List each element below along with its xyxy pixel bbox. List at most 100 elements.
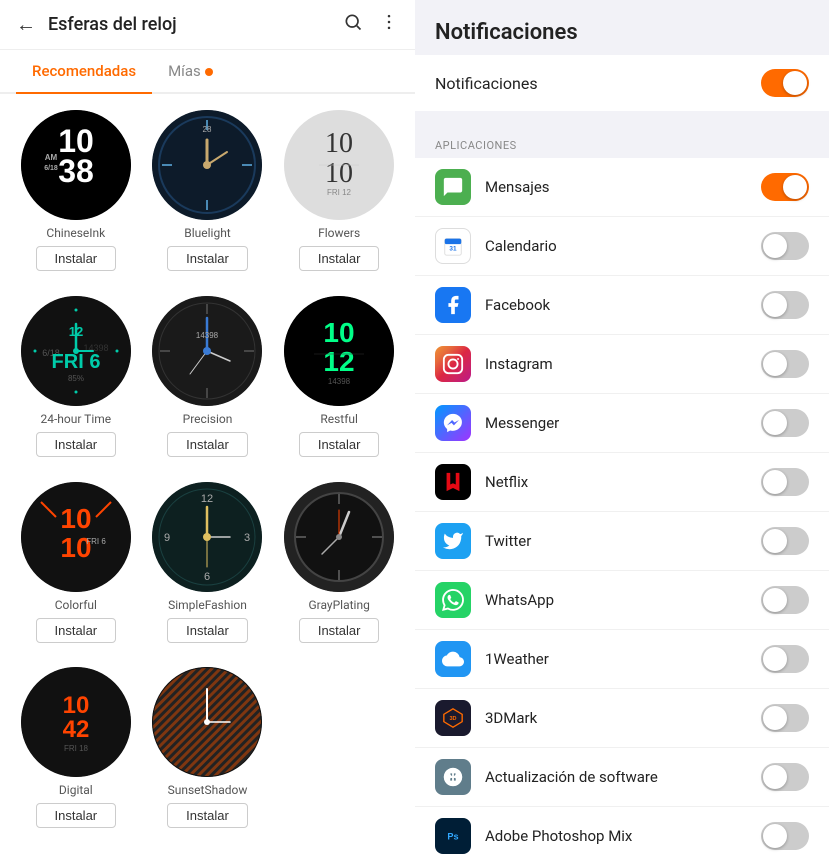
search-icon[interactable] [343,12,363,37]
app-toggle-actualizacion[interactable] [761,763,809,791]
app-toggle-mensajes[interactable] [761,173,809,201]
svg-text:FRI 6: FRI 6 [51,351,100,373]
watch-face-precision[interactable]: 14398 [152,296,262,406]
watch-name: GrayPlating [308,598,369,612]
install-button[interactable]: Instalar [36,432,117,457]
svg-text:6: 6 [204,571,210,583]
tab-recomendadas[interactable]: Recomendadas [16,50,152,92]
svg-text:14398: 14398 [196,331,219,340]
svg-text:FRI 18: FRI 18 [64,744,89,753]
app-toggle-3dmark[interactable] [761,704,809,732]
back-icon[interactable]: ← [16,12,36,37]
left-panel: ← Esferas del reloj Recomendadas Mías [0,0,415,857]
list-item: SunsetShadow Instalar [148,667,268,841]
install-button[interactable]: Instalar [167,803,248,828]
watch-face-flowers[interactable]: 10 10 FRI 12 [284,110,394,220]
list-item: 10 38 AM 6/18 ChineseInk Instalar [16,110,136,284]
install-button[interactable]: Instalar [299,618,380,643]
svg-text:14398: 14398 [328,377,351,386]
install-button[interactable]: Instalar [36,246,117,271]
app-toggle-photoshop[interactable] [761,822,809,850]
svg-text:42: 42 [62,716,89,743]
svg-text:31: 31 [449,246,457,253]
app-row-actualizacion: Actualización de software [415,748,829,807]
watch-name: Restful [320,412,358,426]
app-icon-facebook [435,287,471,323]
notifications-main-section: Notificaciones [415,55,829,111]
svg-text:12: 12 [324,346,355,377]
app-name: Netflix [485,473,761,491]
app-row-mensajes: Mensajes [415,158,829,217]
right-header: Notificaciones [415,0,829,55]
list-item: 10 10 FRI 6 Colorful Instalar [16,482,136,656]
app-toggle-1weather[interactable] [761,645,809,673]
left-header: ← Esferas del reloj [0,0,415,50]
app-row-1weather: 1Weather [415,630,829,689]
app-row-twitter: Twitter [415,512,829,571]
tab-dot [205,68,213,76]
app-toggle-whatsapp[interactable] [761,586,809,614]
svg-text:28: 28 [203,125,212,134]
app-toggle-twitter[interactable] [761,527,809,555]
svg-text:38: 38 [58,153,94,189]
install-button[interactable]: Instalar [36,618,117,643]
watch-name: ChineseInk [46,226,105,240]
svg-text:AM: AM [45,153,58,162]
watch-face-simplefashion[interactable]: 12 3 6 9 [152,482,262,592]
app-name: Calendario [485,237,761,255]
install-button[interactable]: Instalar [167,432,248,457]
watch-face-bluelight[interactable]: 28 [152,110,262,220]
svg-text:9: 9 [164,532,170,544]
app-name: Mensajes [485,178,761,196]
watch-name: 24-hour Time [41,412,112,426]
app-toggle-instagram[interactable] [761,350,809,378]
app-icon-3dmark: 3D [435,700,471,736]
svg-text:6/18: 6/18 [44,165,58,172]
page-title: Notificaciones [435,20,809,45]
svg-text:10: 10 [62,692,89,719]
watch-face-sunsetshadow[interactable] [152,667,262,777]
watch-grid: 10 38 AM 6/18 ChineseInk Instalar [0,94,415,857]
watch-face-digital[interactable]: 10 42 FRI 18 [21,667,131,777]
install-button[interactable]: Instalar [167,246,248,271]
app-toggle-calendario[interactable] [761,232,809,260]
app-toggle-netflix[interactable] [761,468,809,496]
notifications-label: Notificaciones [435,74,538,93]
apps-list: Mensajes 31 Calendario Facebook [415,158,829,857]
app-row-netflix: Netflix [415,453,829,512]
app-icon-actualizacion [435,759,471,795]
watch-face-grayplating[interactable] [284,482,394,592]
app-name: Messenger [485,414,761,432]
list-item: 12 3 6 9 SimpleFashion Instalar [148,482,268,656]
app-toggle-facebook[interactable] [761,291,809,319]
install-button[interactable]: Instalar [36,803,117,828]
more-icon[interactable] [379,12,399,37]
tab-mias[interactable]: Mías [152,50,229,92]
app-row-instagram: Instagram [415,335,829,394]
app-icon-netflix [435,464,471,500]
watch-name: Flowers [318,226,360,240]
svg-text:12: 12 [201,493,213,505]
app-name: Actualización de software [485,768,761,786]
apps-section-header: APLICACIONES [415,127,829,158]
install-button[interactable]: Instalar [299,246,380,271]
watch-name: Colorful [55,598,97,612]
app-name: 3DMark [485,709,761,727]
install-button[interactable]: Instalar [167,618,248,643]
list-item: 28 Bluelight Instalar [148,110,268,284]
watch-name: Precision [183,412,233,426]
svg-text:10: 10 [324,317,355,348]
watch-name: Digital [59,783,93,797]
notifications-toggle[interactable] [761,69,809,97]
app-row-calendario: 31 Calendario [415,217,829,276]
watch-face-restful[interactable]: 10 12 14398 [284,296,394,406]
watch-face-colorful[interactable]: 10 10 FRI 6 [21,482,131,592]
app-toggle-messenger[interactable] [761,409,809,437]
app-row-messenger: Messenger [415,394,829,453]
watch-face-24hour[interactable]: 12 6/18 14398 FRI 6 85% [21,296,131,406]
svg-text:Ps: Ps [447,832,458,842]
install-button[interactable]: Instalar [299,432,380,457]
app-icon-calendario: 31 [435,228,471,264]
watch-name: Bluelight [184,226,230,240]
watch-face-chinese-ink[interactable]: 10 38 AM 6/18 [21,110,131,220]
